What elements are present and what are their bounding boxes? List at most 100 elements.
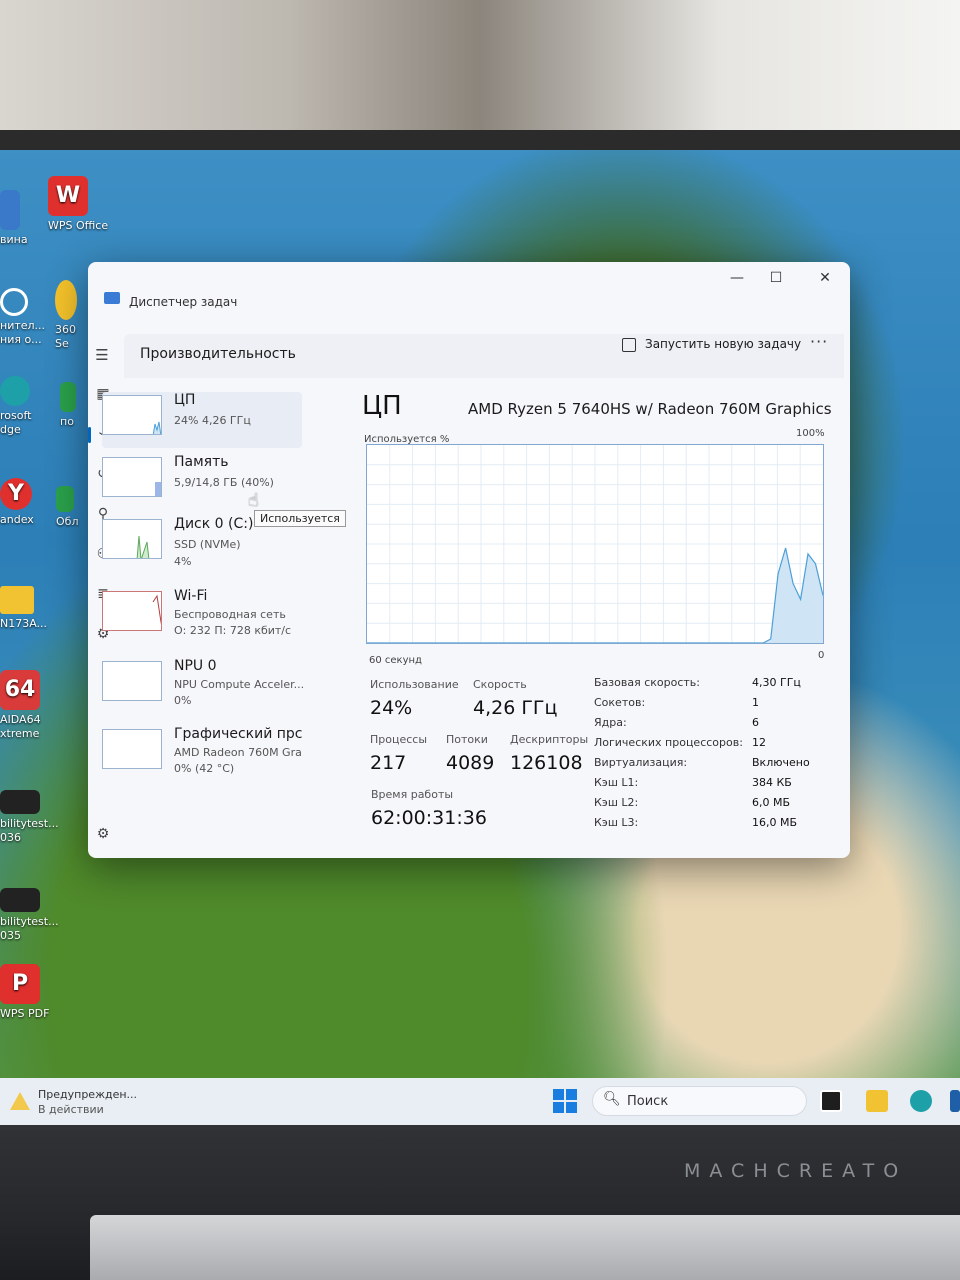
- device-item-npu[interactable]: NPU 0 NPU Compute Acceler... 0%: [102, 658, 304, 714]
- taskbar: Предупрежден... В действии 🔍︎ Поиск: [0, 1078, 960, 1125]
- spec-key: Кэш L3:: [594, 816, 639, 829]
- device-name: ЦП: [174, 392, 196, 408]
- spec-value: 6: [752, 716, 759, 729]
- task-manager-app-icon: [104, 292, 120, 304]
- spec-key: Базовая скорость:: [594, 676, 700, 689]
- desktop-icon-aida64[interactable]: 64 AIDA64 xtreme: [0, 670, 41, 741]
- spec-value: 6,0 МБ: [752, 796, 791, 809]
- graph-max-label: 100%: [796, 428, 825, 439]
- device-item-wifi[interactable]: Wi-Fi Беспроводная сеть О: 232 П: 728 кб…: [102, 588, 302, 644]
- handles-value: 126108: [510, 752, 583, 774]
- spec-value: 4,30 ГГц: [752, 676, 801, 689]
- wifi-thumbnail: [102, 591, 162, 631]
- search-placeholder: Поиск: [627, 1094, 669, 1109]
- close-button[interactable]: ✕: [813, 268, 837, 288]
- spec-key: Кэш L1:: [594, 776, 639, 789]
- desktop-icon-yandex[interactable]: Y andex: [0, 478, 34, 527]
- taskbar-search[interactable]: 🔍︎ Поиск: [592, 1086, 807, 1116]
- run-task-icon[interactable]: [622, 338, 636, 352]
- memory-thumbnail: [102, 457, 162, 497]
- desktop-icon-wps-office[interactable]: W WPS Office: [48, 176, 108, 233]
- graph-min-label: 0: [818, 650, 825, 661]
- graph-x-label: 60 секунд: [369, 655, 422, 666]
- processes-value: 217: [370, 752, 407, 774]
- desktop-icon-wps-pdf[interactable]: P WPS PDF: [0, 964, 49, 1021]
- notification-subtitle: В действии: [38, 1103, 104, 1116]
- edge-icon: [0, 376, 30, 406]
- device-detail: Беспроводная сеть: [174, 608, 286, 621]
- app-icon[interactable]: [950, 1090, 960, 1112]
- device-item-memory[interactable]: Память 5,9/14,8 ГБ (40%): [102, 454, 302, 510]
- task-manager-window: Диспетчер задач — ☐ ✕ ☰ ▦ ⌁ ↺ ⚲ ⚇ ≣ ⚙ ⚙ …: [88, 262, 850, 858]
- spec-key: Логических процессоров:: [594, 736, 743, 749]
- device-detail: 24% 4,26 ГГц: [174, 414, 251, 427]
- more-options-button[interactable]: ···: [810, 332, 828, 351]
- device-name: Wi-Fi: [174, 588, 208, 604]
- device-name: Память: [174, 454, 229, 470]
- desktop-icon[interactable]: bilitytest... 035: [0, 888, 59, 943]
- processes-label: Процессы: [370, 733, 428, 746]
- threads-value: 4089: [446, 752, 495, 774]
- device-detail: 5,9/14,8 ГБ (40%): [174, 476, 274, 489]
- device-name: Графический прс: [174, 726, 303, 742]
- device-name: NPU 0: [174, 658, 217, 674]
- spec-value: 384 КБ: [752, 776, 792, 789]
- spec-key: Ядра:: [594, 716, 627, 729]
- desktop-icon[interactable]: Обл: [56, 486, 78, 529]
- npu-thumbnail: [102, 661, 162, 701]
- spec-key: Кэш L2:: [594, 796, 639, 809]
- start-button[interactable]: [553, 1089, 577, 1113]
- spec-value: 16,0 МБ: [752, 816, 798, 829]
- run-new-task-button[interactable]: Запустить новую задачу: [645, 337, 801, 351]
- task-view-icon[interactable]: [820, 1090, 842, 1112]
- spec-value: 12: [752, 736, 766, 749]
- device-item-gpu[interactable]: Графический прс AMD Radeon 760M Gra 0% (…: [102, 726, 303, 782]
- desktop-icon[interactable]: вина: [0, 190, 28, 247]
- app-icon: [0, 888, 40, 912]
- wps-office-icon: W: [48, 176, 88, 216]
- desktop-icon[interactable]: по: [60, 382, 76, 429]
- gpu-thumbnail: [102, 729, 162, 769]
- hamburger-icon[interactable]: ☰: [92, 346, 112, 364]
- cpu-thumbnail: [102, 395, 162, 435]
- search-icon: 🔍︎: [603, 1091, 621, 1107]
- uptime-value: 62:00:31:36: [371, 807, 487, 829]
- file-explorer-icon[interactable]: [866, 1090, 888, 1112]
- threads-label: Потоки: [446, 733, 488, 746]
- desktop-icon[interactable]: bilitytest... 036: [0, 790, 59, 845]
- device-throughput: О: 232 П: 728 кбит/с: [174, 624, 292, 637]
- device-detail: AMD Radeon 760M Gra: [174, 746, 302, 759]
- brand-logo: MACHCREATO: [684, 1160, 908, 1182]
- notification-title[interactable]: Предупрежден...: [38, 1088, 137, 1101]
- device-usage: 0% (42 °C): [174, 762, 235, 775]
- device-usage: 0%: [174, 694, 192, 707]
- page-title: Производительность: [140, 346, 296, 362]
- settings-icon[interactable]: ⚙: [93, 826, 113, 842]
- desktop-icon-folder[interactable]: N173A...: [0, 586, 47, 631]
- device-usage: 4%: [174, 555, 192, 568]
- cpu-thumbnail-graph: [152, 421, 161, 434]
- cpu-usage-chart: [367, 445, 824, 644]
- memory-thumbnail-graph: [155, 482, 161, 496]
- device-item-cpu[interactable]: ЦП 24% 4,26 ГГц: [102, 392, 302, 448]
- app-icon: [0, 190, 20, 230]
- disk-thumbnail: [102, 519, 162, 559]
- desktop-icon-360[interactable]: 360 Se: [55, 280, 77, 351]
- usage-value: 24%: [370, 697, 413, 719]
- uptime-label: Время работы: [371, 788, 454, 801]
- user-icon: [0, 288, 28, 316]
- spec-value: Включено: [752, 756, 810, 769]
- minimize-button[interactable]: —: [725, 268, 749, 288]
- cpu-model: AMD Ryzen 5 7640HS w/ Radeon 760M Graphi…: [468, 400, 832, 418]
- spec-value: 1: [752, 696, 759, 709]
- wifi-thumbnail-graph: [152, 594, 161, 625]
- background-wall: [0, 0, 960, 130]
- warning-icon[interactable]: [10, 1092, 30, 1110]
- folder-icon: [0, 586, 34, 614]
- edge-icon[interactable]: [910, 1090, 932, 1112]
- desktop-icon-edge[interactable]: rosoft dge: [0, 376, 40, 437]
- maximize-button[interactable]: ☐: [764, 268, 788, 288]
- mouse-cursor-icon: ☝: [248, 490, 259, 511]
- yandex-icon: Y: [0, 478, 32, 510]
- desktop-icon[interactable]: нител... ния о...: [0, 288, 45, 347]
